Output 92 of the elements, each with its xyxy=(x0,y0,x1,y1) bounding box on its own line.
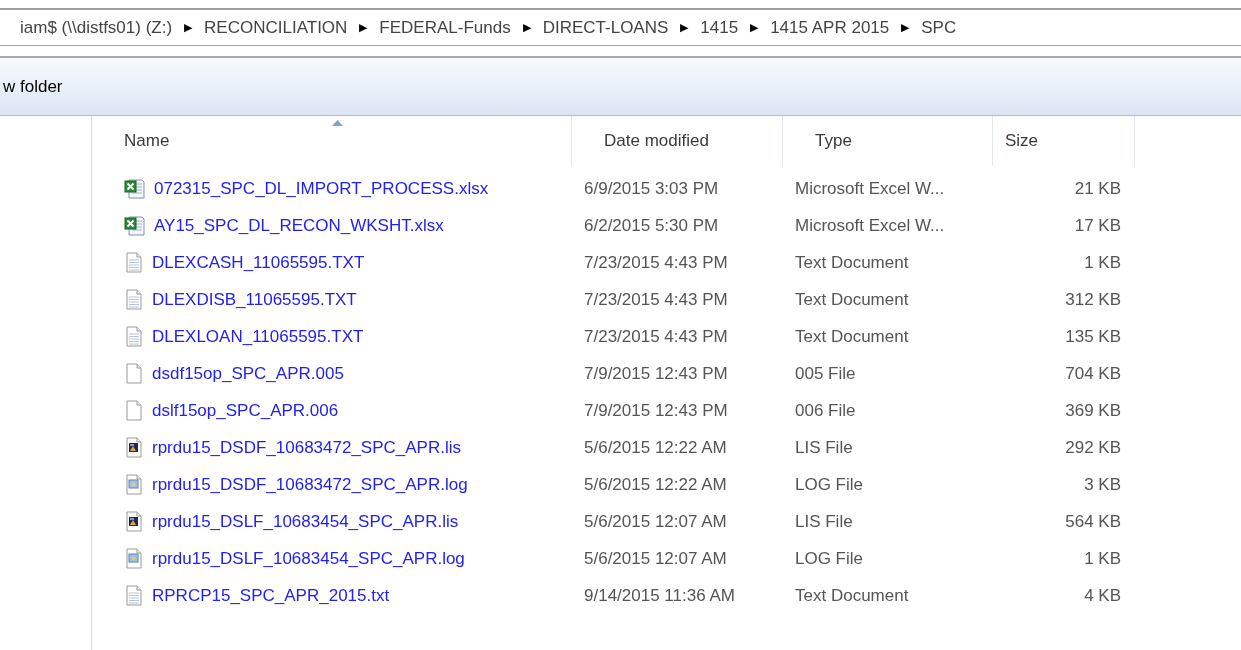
document-image-icon xyxy=(124,474,144,495)
file-name: rprdu15_DSLF_10683454_SPC_APR.lis xyxy=(152,510,459,533)
breadcrumb-arrow-icon[interactable]: ▶ xyxy=(359,19,368,36)
breadcrumb-item[interactable]: DIRECT-LOANS xyxy=(542,14,669,41)
breadcrumb-item[interactable]: FEDERAL-Funds xyxy=(379,14,511,41)
date-cell-text: 5/6/2015 12:22 AM xyxy=(583,436,728,459)
date-cell-text: 7/9/2015 12:43 PM xyxy=(583,362,729,385)
size-cell-text: 704 KB xyxy=(1064,362,1121,385)
file-row[interactable]: rprdu15_DSLF_10683454_SPC_APR.lis 5/6/2015 12:07 AM LIS File 564 KB xyxy=(92,503,1135,540)
new-folder-button[interactable]: w folder xyxy=(3,73,63,100)
type-cell-text: LIS File xyxy=(794,436,854,459)
file-name: dsdf15op_SPC_APR.005 xyxy=(152,362,344,385)
date-cell-text: 7/23/2015 4:43 PM xyxy=(583,251,729,274)
file-name: 072315_SPC_DL_IMPORT_PROCESS.xlsx xyxy=(154,177,489,200)
size-cell-text: 369 KB xyxy=(1064,399,1121,422)
file-row[interactable]: 072315_SPC_DL_IMPORT_PROCESS.xlsx 6/9/2015 3:03 PM Microsoft Excel W... 21 KB xyxy=(92,170,1135,207)
breadcrumb-item[interactable]: 1415 xyxy=(700,14,739,41)
file-row[interactable]: AY15_SPC_DL_RECON_WKSHT.xlsx 6/2/2015 5:30 PM Microsoft Excel W... 17 KB xyxy=(92,207,1135,244)
type-cell-text: Text Document xyxy=(794,251,910,274)
file-name: DLEXDISB_11065595.TXT xyxy=(152,288,357,311)
size-cell-text: 292 KB xyxy=(1064,436,1121,459)
size-cell-text: 17 KB xyxy=(1073,214,1121,237)
date-cell-text: 9/14/2015 11:36 AM xyxy=(583,584,736,607)
file-row[interactable]: rprdu15_DSDF_10683472_SPC_APR.log 5/6/2015 12:22 AM LOG File 3 KB xyxy=(92,466,1135,503)
file-name: DLEXLOAN_11065595.TXT xyxy=(152,325,364,348)
file-row[interactable]: dsdf15op_SPC_APR.005 7/9/2015 12:43 PM 005 File 704 KB xyxy=(92,355,1135,392)
text-file-icon xyxy=(124,252,144,273)
date-cell-text: 6/9/2015 3:03 PM xyxy=(583,177,720,200)
file-row[interactable]: RPRCP15_SPC_APR_2015.txt 9/14/2015 11:36 AM Text Document 4 KB xyxy=(92,577,1135,614)
column-header[interactable]: Size xyxy=(993,116,1135,166)
breadcrumb-item[interactable]: SPC xyxy=(921,14,957,41)
breadcrumb-arrow-icon[interactable]: ▶ xyxy=(522,19,531,36)
file-name: RPRCP15_SPC_APR_2015.txt xyxy=(152,584,390,607)
spreadsheet-icon xyxy=(124,177,146,200)
text-file-icon xyxy=(124,326,144,347)
size-cell-text: 3 KB xyxy=(1083,473,1121,496)
column-header[interactable]: Date modified xyxy=(572,116,783,166)
date-cell-text: 5/6/2015 12:07 AM xyxy=(583,547,728,570)
text-file-icon xyxy=(124,289,144,310)
file-row[interactable]: DLEXLOAN_11065595.TXT 7/23/2015 4:43 PM Text Document 135 KB xyxy=(92,318,1135,355)
breadcrumb-arrow-icon[interactable]: ▶ xyxy=(750,19,759,36)
size-cell-text: 135 KB xyxy=(1064,325,1121,348)
breadcrumb-arrow-icon[interactable]: ▶ xyxy=(680,19,689,36)
file-icon xyxy=(124,363,144,384)
file-row[interactable]: DLEXDISB_11065595.TXT 7/23/2015 4:43 PM Text Document 312 KB xyxy=(92,281,1135,318)
date-cell-text: 7/9/2015 12:43 PM xyxy=(583,399,729,422)
column-header[interactable]: Type xyxy=(783,116,993,166)
sort-arrow-icon xyxy=(331,120,343,126)
type-cell-text: Microsoft Excel W... xyxy=(794,177,946,200)
text-file-icon xyxy=(124,585,144,606)
date-cell-text: 7/23/2015 4:43 PM xyxy=(583,288,729,311)
document-image-icon xyxy=(124,511,144,532)
breadcrumb-item[interactable]: RECONCILIATION xyxy=(204,14,348,41)
type-cell-text: Text Document xyxy=(794,288,910,311)
date-cell-text: 5/6/2015 12:07 AM xyxy=(583,510,728,533)
size-cell-text: 312 KB xyxy=(1064,288,1121,311)
date-cell-text: 6/2/2015 5:30 PM xyxy=(583,214,720,237)
date-cell-text: 7/23/2015 4:43 PM xyxy=(583,325,729,348)
type-cell-text: LOG File xyxy=(794,473,865,496)
file-name: rprdu15_DSLF_10683454_SPC_APR.log xyxy=(152,547,465,570)
column-header[interactable]: Name xyxy=(92,116,572,166)
type-cell-text: Text Document xyxy=(794,325,910,348)
breadcrumb-item[interactable]: iam$ (\\distfs01) (Z:) xyxy=(20,14,173,41)
size-cell-text: 1 KB xyxy=(1083,547,1121,570)
file-name: AY15_SPC_DL_RECON_WKSHT.xlsx xyxy=(154,214,444,237)
size-cell-text: 4 KB xyxy=(1083,584,1121,607)
breadcrumb-arrow-icon[interactable]: ▶ xyxy=(901,19,910,36)
type-cell-text: 005 File xyxy=(794,362,857,385)
address-bar[interactable]: iam$ (\\distfs01) (Z:) ▶ RECONCILIATION ▶ FEDERAL-Funds ▶ DIRECT-LOANS ▶ 1415 ▶ 1415 APR 2015 ▶ SPC xyxy=(0,8,1241,46)
document-image-icon xyxy=(124,548,144,569)
file-name: rprdu15_DSDF_10683472_SPC_APR.log xyxy=(152,473,468,496)
file-icon xyxy=(124,400,144,421)
breadcrumb-arrow-icon[interactable]: ▶ xyxy=(184,19,193,36)
file-row[interactable]: rprdu15_DSLF_10683454_SPC_APR.log 5/6/2015 12:07 AM LOG File 1 KB xyxy=(92,540,1135,577)
type-cell-text: 006 File xyxy=(794,399,857,422)
date-cell-text: 5/6/2015 12:22 AM xyxy=(583,473,728,496)
file-name: dslf15op_SPC_APR.006 xyxy=(152,399,339,422)
document-image-icon xyxy=(124,437,144,458)
file-row[interactable]: rprdu15_DSDF_10683472_SPC_APR.lis 5/6/2015 12:22 AM LIS File 292 KB xyxy=(92,429,1135,466)
size-cell-text: 21 KB xyxy=(1073,177,1121,200)
type-cell-text: Text Document xyxy=(794,584,910,607)
file-name: rprdu15_DSDF_10683472_SPC_APR.lis xyxy=(152,436,461,459)
size-cell-text: 1 KB xyxy=(1083,251,1121,274)
file-row[interactable]: DLEXCASH_11065595.TXT 7/23/2015 4:43 PM Text Document 1 KB xyxy=(92,244,1135,281)
spreadsheet-icon xyxy=(124,214,146,237)
file-row[interactable]: dslf15op_SPC_APR.006 7/9/2015 12:43 PM 006 File 369 KB xyxy=(92,392,1135,429)
size-cell-text: 564 KB xyxy=(1064,510,1121,533)
file-name: DLEXCASH_11065595.TXT xyxy=(152,251,365,274)
breadcrumb-item[interactable]: 1415 APR 2015 xyxy=(770,14,890,41)
type-cell-text: LOG File xyxy=(794,547,865,570)
type-cell-text: Microsoft Excel W... xyxy=(794,214,946,237)
type-cell-text: LIS File xyxy=(794,510,854,533)
